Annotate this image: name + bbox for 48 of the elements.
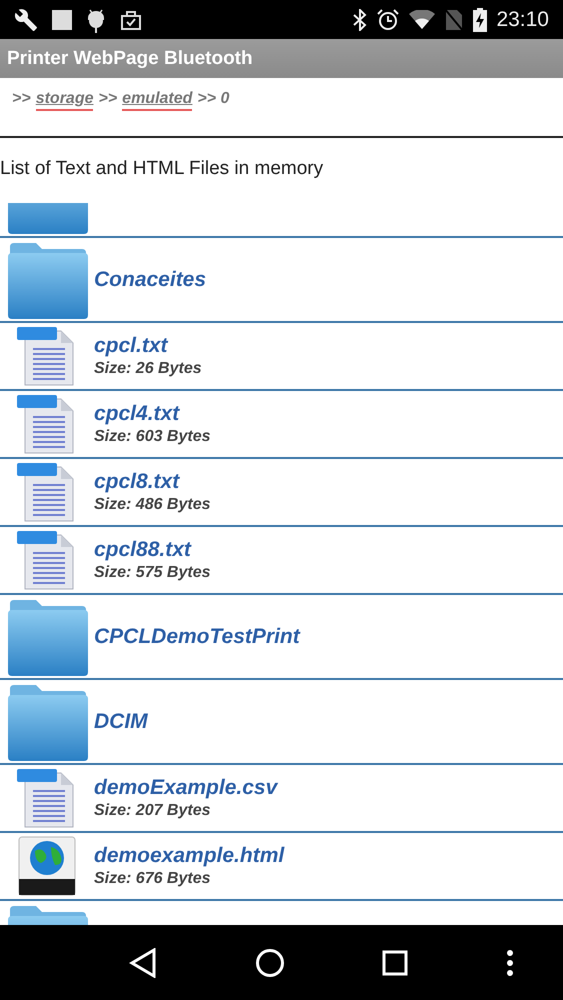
home-icon[interactable] bbox=[254, 948, 285, 978]
file-name: cpcl88.txt bbox=[94, 538, 192, 562]
file-name: Conaceites bbox=[94, 268, 206, 292]
alarm-icon bbox=[376, 8, 400, 32]
file-size: Size: 676 Bytes bbox=[94, 870, 212, 888]
file-size: Size: 603 Bytes bbox=[94, 428, 211, 446]
back-icon[interactable] bbox=[128, 948, 157, 978]
clipboard-check-icon bbox=[119, 8, 143, 30]
file-name: CPCLDemoTestPrint bbox=[94, 624, 300, 648]
file-row[interactable]: CPCLDemoTestPrint bbox=[0, 595, 563, 680]
breadcrumb-separator: >> bbox=[98, 90, 118, 108]
bluetooth-icon bbox=[353, 8, 368, 30]
folder-icon bbox=[8, 598, 88, 676]
file-row[interactable]: demoExample.csv Size: 207 Bytes bbox=[0, 765, 563, 833]
file-name: DCIM bbox=[94, 710, 148, 734]
folder-icon bbox=[8, 240, 88, 318]
file-size: Size: 26 Bytes bbox=[94, 360, 202, 378]
file-row[interactable]: cpcl4.txt Size: 603 Bytes bbox=[0, 391, 563, 459]
battery-charging-icon bbox=[473, 8, 488, 32]
breadcrumb-separator: >> 0 bbox=[197, 90, 230, 108]
file-row[interactable]: cpcl8.txt Size: 486 Bytes bbox=[0, 459, 563, 527]
file-size: Size: 486 Bytes bbox=[94, 496, 211, 514]
app-title: Printer WebPage Bluetooth bbox=[7, 48, 253, 70]
breadcrumb-link[interactable]: emulated bbox=[122, 90, 192, 111]
file-row[interactable]: Conaceites bbox=[0, 238, 563, 323]
file-row[interactable]: cpcl88.txt Size: 575 Bytes bbox=[0, 527, 563, 595]
square-icon bbox=[51, 8, 73, 30]
file-row[interactable]: DCIM bbox=[0, 680, 563, 765]
breadcrumb-separator: >> bbox=[12, 90, 31, 108]
file-row[interactable]: cpcl.txt Size: 26 Bytes bbox=[0, 323, 563, 391]
list-heading: List of Text and HTML Files in memory bbox=[0, 157, 324, 181]
wrench-icon bbox=[14, 8, 38, 32]
file-row[interactable]: demoexample.html Size: 676 Bytes bbox=[0, 833, 563, 901]
file-size: Size: 207 Bytes bbox=[94, 802, 212, 820]
no-sim-icon bbox=[444, 8, 464, 32]
file-name: demoexample.html bbox=[94, 844, 284, 868]
overflow-menu-icon[interactable] bbox=[506, 948, 514, 976]
clock-time: 23:10 bbox=[496, 8, 549, 32]
file-size: Size: 575 Bytes bbox=[94, 564, 211, 582]
wifi-icon bbox=[409, 10, 436, 30]
file-name: cpcl4.txt bbox=[94, 402, 181, 426]
folder-icon bbox=[8, 682, 88, 760]
breadcrumb-link[interactable]: storage bbox=[36, 90, 94, 111]
recents-icon[interactable] bbox=[382, 950, 408, 976]
html-file-icon bbox=[17, 835, 77, 897]
file-name: demoExample.csv bbox=[94, 776, 278, 800]
file-name: cpcl8.txt bbox=[94, 470, 181, 494]
file-name: cpcl.txt bbox=[94, 334, 170, 358]
